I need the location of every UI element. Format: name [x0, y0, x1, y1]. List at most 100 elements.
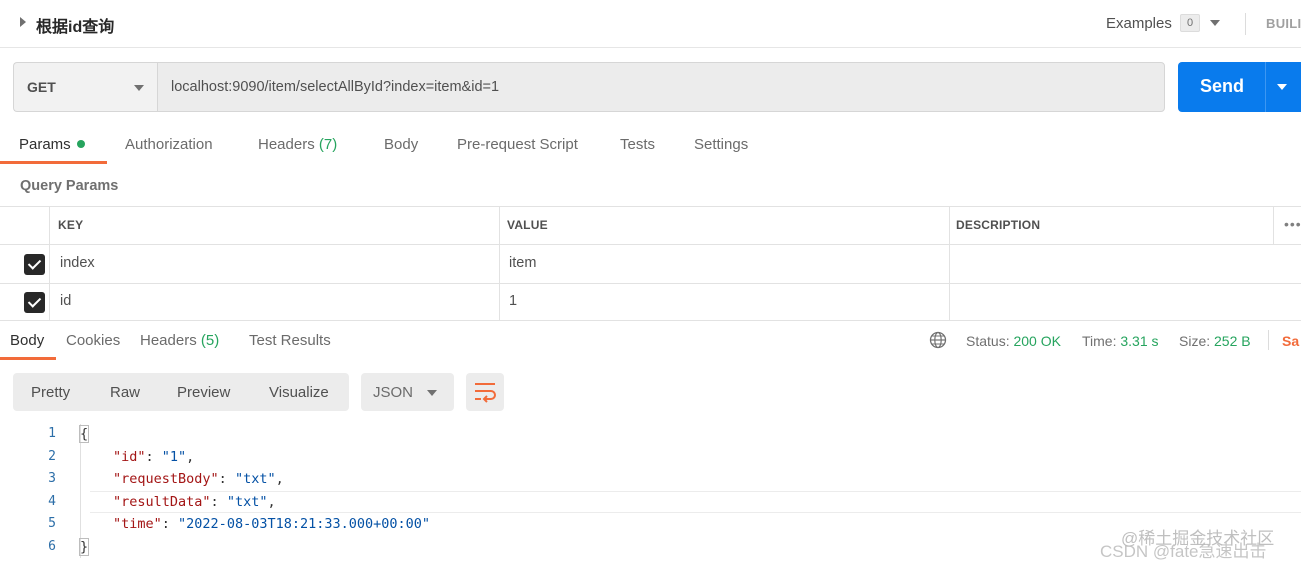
json-value: "2022-08-03T18:21:33.000+00:00"	[178, 516, 431, 532]
size-value: 252 B	[1214, 333, 1251, 349]
json-comma: ,	[186, 449, 195, 465]
view-mode-group: Pretty Raw Preview Visualize	[13, 373, 349, 411]
json-key: "requestBody"	[113, 471, 219, 487]
more-options-icon[interactable]: •••	[1284, 216, 1301, 232]
json-key: "resultData"	[113, 494, 211, 510]
tab-authorization[interactable]: Authorization	[125, 136, 213, 153]
line-number: 3	[48, 471, 56, 486]
divider	[0, 244, 1301, 245]
headers-count: (5)	[200, 332, 220, 349]
divider	[1245, 13, 1246, 35]
tab-settings[interactable]: Settings	[694, 136, 748, 153]
open-brace: {	[79, 425, 90, 443]
tab-label: Params	[19, 136, 71, 153]
param-key-cell[interactable]: id	[60, 293, 71, 309]
divider	[949, 206, 950, 320]
divider	[0, 283, 1301, 284]
response-status: Status: 200 OK	[966, 333, 1061, 349]
time-value: 3.31 s	[1120, 333, 1159, 349]
code-line: "requestBody": "txt",	[113, 471, 284, 487]
examples-dropdown[interactable]: Examples	[1106, 15, 1172, 32]
close-brace: }	[79, 538, 90, 556]
code-line: }	[79, 538, 90, 556]
url-text: localhost:9090/item/selectAllById?index=…	[171, 79, 500, 95]
code-line: "id": "1",	[113, 449, 195, 465]
query-params-table: KEY VALUE DESCRIPTION ••• index item id …	[0, 206, 1301, 321]
param-value-cell[interactable]: 1	[509, 293, 517, 309]
view-preview-button[interactable]: Preview	[177, 384, 230, 401]
tab-body[interactable]: Body	[384, 136, 418, 153]
format-select[interactable]: JSON	[361, 373, 454, 411]
divider	[49, 206, 50, 320]
view-visualize-button[interactable]: Visualize	[269, 384, 329, 401]
wrap-lines-button[interactable]	[466, 373, 504, 411]
divider	[0, 320, 1301, 321]
tab-test-results[interactable]: Test Results	[249, 332, 331, 349]
code-line: "time": "2022-08-03T18:21:33.000+00:00"	[113, 516, 431, 532]
save-response-button[interactable]: Sa	[1282, 333, 1299, 349]
request-header: 根据id查询 Examples 0 BUILI	[0, 0, 1301, 48]
active-tab-indicator	[0, 161, 107, 164]
request-name[interactable]: 根据id查询	[36, 13, 114, 37]
view-pretty-button[interactable]: Pretty	[31, 384, 70, 401]
tab-params[interactable]: Params	[19, 136, 85, 153]
code-line: "resultData": "txt",	[113, 494, 276, 510]
json-comma: ,	[267, 494, 276, 510]
watermark: CSDN @fate急速出击	[1100, 542, 1267, 561]
column-header-value: VALUE	[507, 218, 548, 232]
params-active-dot-icon	[76, 140, 85, 148]
json-value: "txt"	[234, 471, 276, 487]
tab-response-headers[interactable]: Headers (5)	[140, 332, 219, 349]
json-key: "time"	[113, 516, 162, 532]
examples-count-badge: 0	[1180, 14, 1200, 32]
chevron-down-icon[interactable]	[1277, 84, 1287, 90]
line-number: 5	[48, 516, 56, 531]
send-button[interactable]: Send	[1178, 62, 1301, 112]
param-value-cell[interactable]: item	[509, 255, 536, 271]
tab-cookies[interactable]: Cookies	[66, 332, 120, 349]
column-header-description: DESCRIPTION	[956, 218, 1041, 232]
build-button[interactable]: BUILI	[1266, 16, 1301, 31]
wrap-lines-icon	[475, 383, 496, 403]
json-value: "1"	[161, 449, 187, 465]
divider	[1268, 330, 1269, 350]
code-line: {	[79, 425, 90, 443]
param-key-cell[interactable]: index	[60, 255, 95, 271]
tab-tests[interactable]: Tests	[620, 136, 655, 153]
line-number: 1	[48, 426, 56, 441]
column-header-key: KEY	[58, 218, 84, 232]
time-label: Time:	[1082, 333, 1117, 349]
line-number: 4	[48, 494, 56, 509]
chevron-down-icon	[134, 85, 144, 91]
divider	[499, 206, 500, 320]
chevron-down-icon[interactable]	[1210, 20, 1220, 26]
view-raw-button[interactable]: Raw	[110, 384, 140, 401]
tab-label: Headers	[140, 332, 197, 349]
json-key: "id"	[113, 449, 146, 465]
globe-icon[interactable]	[929, 331, 947, 349]
query-params-title: Query Params	[20, 178, 119, 194]
method-label: GET	[27, 79, 56, 95]
chevron-down-icon	[427, 390, 437, 396]
expand-caret-icon[interactable]	[20, 17, 26, 27]
tab-headers[interactable]: Headers (7)	[258, 136, 337, 153]
param-checkbox[interactable]	[24, 254, 45, 275]
tab-pre-request-script[interactable]: Pre-request Script	[457, 136, 578, 153]
tab-label: Headers	[258, 136, 315, 153]
line-number: 6	[48, 539, 56, 554]
divider	[0, 206, 1301, 207]
json-comma: ,	[275, 471, 284, 487]
headers-count: (7)	[318, 136, 338, 153]
param-checkbox[interactable]	[24, 292, 45, 313]
divider	[1265, 62, 1266, 112]
size-label: Size:	[1179, 333, 1211, 349]
status-value: 200 OK	[1013, 333, 1061, 349]
line-number: 2	[48, 449, 56, 464]
url-input[interactable]: localhost:9090/item/selectAllById?index=…	[157, 62, 1165, 112]
json-value: "txt"	[226, 494, 268, 510]
send-label: Send	[1200, 76, 1245, 96]
tab-response-body[interactable]: Body	[10, 332, 44, 349]
response-size: Size: 252 B	[1179, 333, 1251, 349]
status-label: Status:	[966, 333, 1010, 349]
method-select[interactable]: GET	[13, 62, 157, 112]
